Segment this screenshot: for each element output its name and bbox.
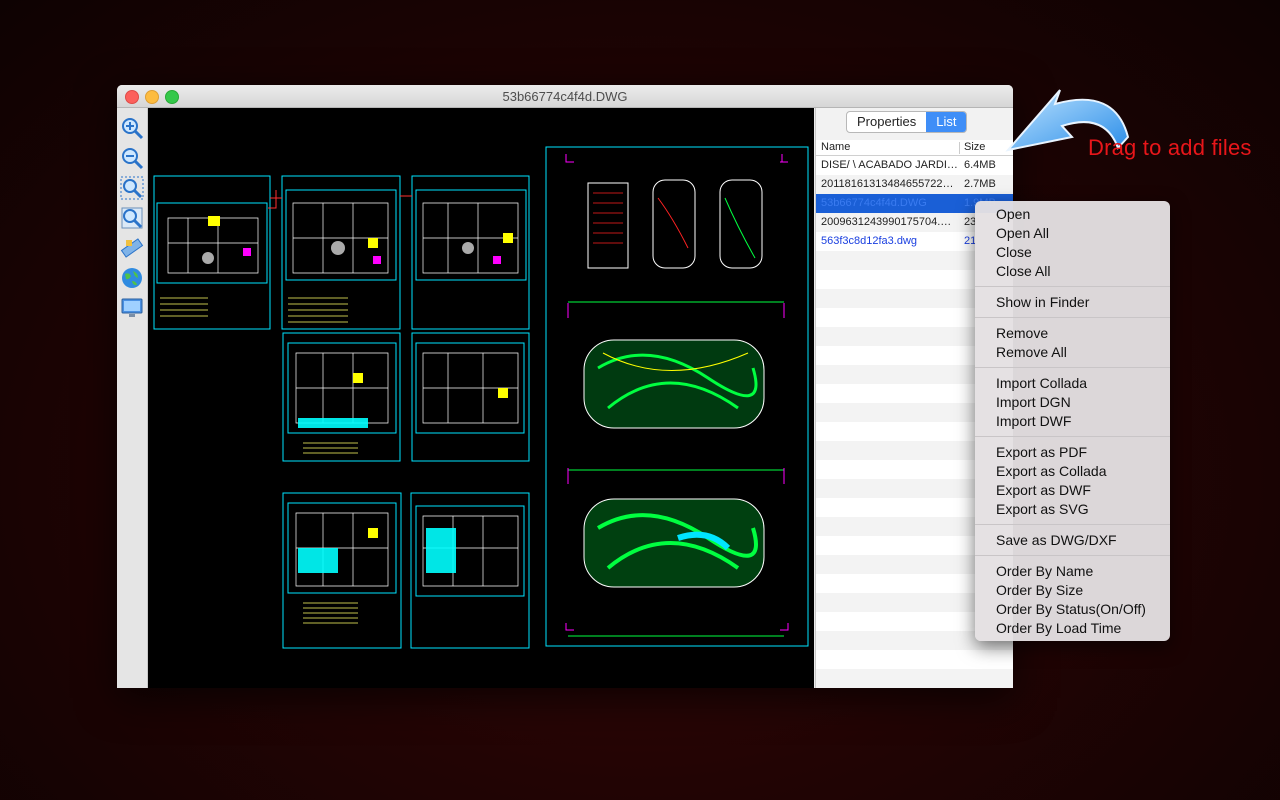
tab-list[interactable]: List [926, 112, 967, 132]
app-window: 53b66774c4f4d.DWG Properties List Name S… [117, 85, 1013, 688]
menu-separator [975, 436, 1170, 437]
sheet-d2-b [411, 332, 530, 462]
file-name: DISE/ \ ACABADO JARDIN.DWG [821, 159, 958, 171]
window-title: 53b66774c4f4d.DWG [502, 89, 628, 104]
column-divider[interactable] [959, 142, 960, 154]
file-name: 201181613134846557223.DWG [821, 178, 958, 190]
menu-item-export-dwf[interactable]: Export as DWF [996, 482, 1091, 499]
menu-item-import-dwf[interactable]: Import DWF [996, 413, 1071, 430]
file-size: 2.7MB [964, 178, 996, 190]
globe-icon[interactable] [120, 266, 144, 290]
file-row[interactable]: DISE/ \ ACABADO JARDIN.DWG 6.4MB [816, 156, 1013, 175]
menu-item-order-by-status[interactable]: Order By Status(On/Off) [996, 601, 1146, 618]
tab-properties[interactable]: Properties [847, 112, 926, 132]
file-list-header: Name Size [816, 140, 1013, 156]
menu-item-remove[interactable]: Remove [996, 325, 1048, 342]
pan-icon[interactable] [120, 236, 144, 260]
file-name: 53b66774c4f4d.DWG [821, 197, 927, 209]
sheet-c3 [153, 175, 271, 330]
zoom-out-icon[interactable] [120, 146, 144, 170]
drag-hint-label: Drag to add files [1088, 135, 1252, 160]
zoom-in-icon[interactable] [120, 116, 144, 140]
menu-separator [975, 367, 1170, 368]
file-name: 563f3c8d12fa3.dwg [821, 235, 918, 247]
file-row[interactable]: 201181613134846557223.DWG 2.7MB [816, 175, 1013, 194]
column-header-size[interactable]: Size [964, 141, 985, 153]
menu-item-export-pdf[interactable]: Export as PDF [996, 444, 1087, 461]
menu-item-order-by-name[interactable]: Order By Name [996, 563, 1093, 580]
monitor-icon[interactable] [120, 296, 144, 320]
menu-separator [975, 317, 1170, 318]
zoom-extents-icon[interactable] [120, 176, 144, 200]
menu-item-order-by-size[interactable]: Order By Size [996, 582, 1083, 599]
menu-item-show-in-finder[interactable]: Show in Finder [996, 294, 1089, 311]
menu-item-export-collada[interactable]: Export as Collada [996, 463, 1107, 480]
menu-item-import-dgn[interactable]: Import DGN [996, 394, 1071, 411]
menu-item-export-svg[interactable]: Export as SVG [996, 501, 1089, 518]
column-header-name[interactable]: Name [821, 141, 850, 153]
menu-item-open-all[interactable]: Open All [996, 225, 1049, 242]
title-bar[interactable]: 53b66774c4f4d.DWG [117, 85, 1013, 108]
menu-item-close[interactable]: Close [996, 244, 1032, 261]
menu-item-remove-all[interactable]: Remove All [996, 344, 1067, 361]
sheet-d2-a [282, 332, 401, 462]
menu-item-save-dwg-dxf[interactable]: Save as DWG/DXF [996, 532, 1117, 549]
menu-separator [975, 524, 1170, 525]
menu-item-import-collada[interactable]: Import Collada [996, 375, 1087, 392]
menu-item-order-by-load-time[interactable]: Order By Load Time [996, 620, 1121, 637]
file-name: 2009631243990175704.DWG [821, 216, 958, 228]
tool-palette [117, 108, 148, 688]
context-menu: Open Open All Close Close All Show in Fi… [975, 201, 1170, 641]
panel-tab-control: Properties List [846, 111, 968, 133]
menu-separator [975, 286, 1170, 287]
menu-item-close-all[interactable]: Close All [996, 263, 1050, 280]
menu-item-open[interactable]: Open [996, 206, 1030, 223]
drawing-canvas[interactable] [148, 108, 814, 688]
menu-separator [975, 555, 1170, 556]
cad-drawing [153, 146, 809, 649]
zoom-window-icon[interactable] [120, 206, 144, 230]
